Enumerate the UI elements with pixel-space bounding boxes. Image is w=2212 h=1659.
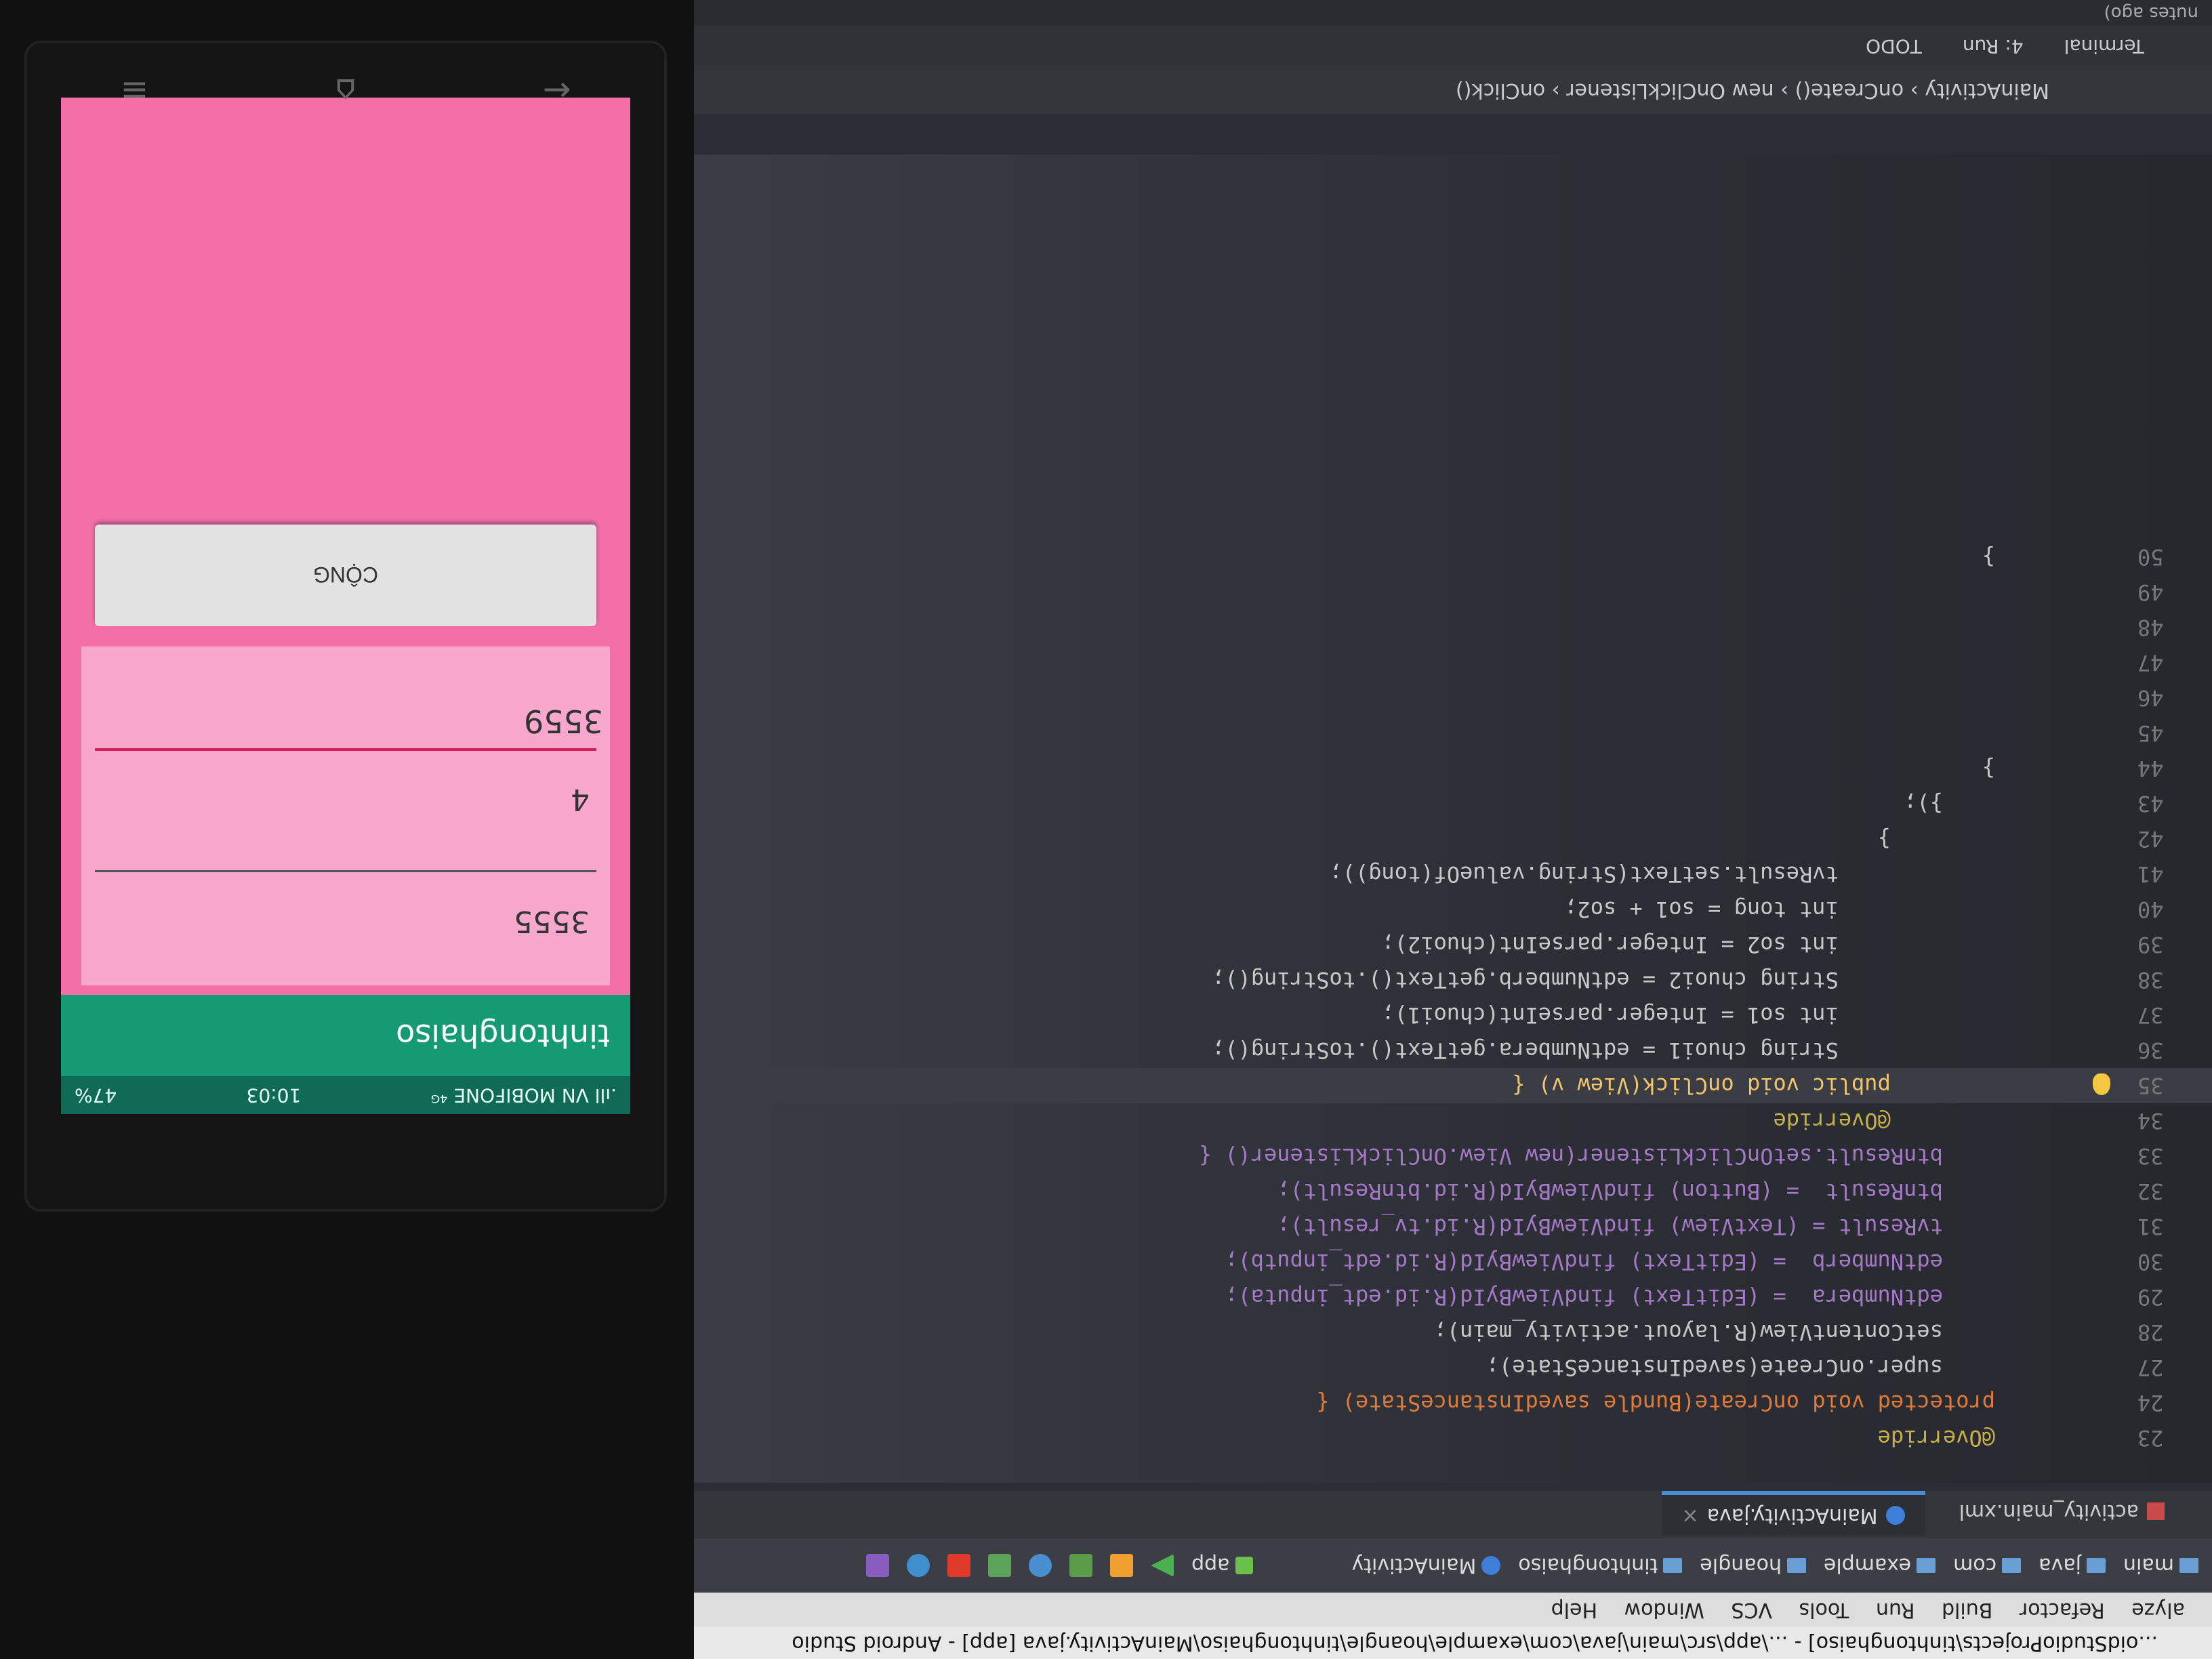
- android-phone: .ıll VN MOBIFONE ⁴ᴳ 10:03 47% tinhtongha…: [0, 0, 694, 1659]
- code-line-current: 35 public void onClick(View v) {: [687, 1068, 2212, 1103]
- tab-activity-main-xml[interactable]: activity_main.xml: [1939, 1491, 2185, 1532]
- code-line: 45: [2137, 720, 2164, 746]
- terminal-tool-button[interactable]: Terminal: [2064, 26, 2144, 66]
- folder-icon: [1663, 1558, 1683, 1573]
- clock: 10:03: [246, 1084, 302, 1107]
- folder-icon: [2087, 1558, 2106, 1573]
- result-text: 3559: [523, 703, 603, 739]
- phone-status-bar: .ıll VN MOBIFONE ⁴ᴳ 10:03 47%: [61, 1076, 630, 1114]
- number-a-input[interactable]: 3555: [95, 870, 596, 972]
- nav-crumb-main[interactable]: main: [2123, 1554, 2198, 1578]
- code-line: 47: [2137, 650, 2164, 676]
- code-line: 28 setContentView(R.layout.activity_main…: [1433, 1319, 2164, 1345]
- nav-crumb-tinhtonghaiso[interactable]: tinhtonghaiso: [1518, 1554, 1683, 1578]
- xml-file-icon: [2147, 1502, 2165, 1520]
- tool-window-bar: Terminal 4: Run TODO: [687, 26, 2212, 66]
- menu-help[interactable]: Help: [1551, 1598, 1597, 1622]
- back-icon[interactable]: ←: [543, 71, 571, 110]
- code-line: 32 btnResult = (Button) findViewById(R.i…: [1277, 1179, 2164, 1204]
- photo-scene: ...oidStudioProjects\tinhtonghaiso] - ..…: [0, 0, 2212, 1659]
- code-breadcrumbs[interactable]: MainActivity › onCreate() › new OnClickL…: [687, 66, 2212, 114]
- code-line: 50}: [1982, 544, 2164, 570]
- home-icon[interactable]: ⌂: [335, 71, 356, 110]
- phone-body: .ıll VN MOBIFONE ⁴ᴳ 10:03 47% tinhtongha…: [24, 41, 667, 1212]
- editor-tabs: activity_main.xml MainActivity.java ×: [687, 1491, 2212, 1538]
- battery-level: 47%: [75, 1084, 117, 1107]
- menu-run[interactable]: Run: [1876, 1598, 1915, 1622]
- run-config-select[interactable]: app: [1191, 1554, 1253, 1578]
- code-line: 38 String chuoi2 = edtNumberb.getText().…: [1212, 967, 2164, 993]
- stop-icon[interactable]: [947, 1554, 971, 1577]
- code-line: 29 edtNumbera = (EditText) findViewById(…: [1225, 1284, 2164, 1310]
- menu-refactor[interactable]: Refactor: [2020, 1598, 2105, 1622]
- code-line: 31 tvResult = (TextView) findViewById(R.…: [1277, 1214, 2164, 1240]
- code-line: 39 int so2 = Integer.parseInt(chuoi2);: [1381, 932, 2164, 958]
- menu-window[interactable]: Window: [1624, 1598, 1704, 1622]
- menu-icon[interactable]: ≡: [120, 71, 148, 110]
- add-button[interactable]: CỘNG: [95, 525, 596, 626]
- run-icon[interactable]: [1151, 1554, 1174, 1577]
- code-line: 24 protected void onCreate(Bundle savedIn…: [1316, 1390, 2164, 1416]
- code-line: 42 }: [1877, 826, 2164, 852]
- navigation-bar: main java com example hoangle tinhtongha…: [687, 1538, 2212, 1593]
- debug-icon[interactable]: [1069, 1554, 1093, 1577]
- code-line: 34 @Override: [1773, 1108, 2164, 1134]
- sync-icon[interactable]: [1029, 1554, 1052, 1577]
- menu-bar: alyze Refactor Build Run Tools VCS Windo…: [687, 1593, 2212, 1626]
- device-icon[interactable]: [988, 1554, 1012, 1577]
- code-line: 49: [2137, 579, 2164, 605]
- todo-tool-button[interactable]: TODO: [1866, 26, 1922, 66]
- code-line: 44}: [1982, 756, 2164, 781]
- code-line: 48: [2137, 615, 2164, 640]
- status-bar: nutes ago): [687, 0, 2212, 26]
- apply-changes-icon[interactable]: [1110, 1554, 1134, 1577]
- android-studio-window: ...oidStudioProjects\tinhtonghaiso] - ..…: [687, 0, 2212, 1659]
- folder-icon: [2002, 1558, 2022, 1573]
- nav-crumb-java[interactable]: java: [2039, 1554, 2106, 1578]
- menu-build[interactable]: Build: [1942, 1598, 1992, 1622]
- menu-vcs[interactable]: VCS: [1731, 1598, 1772, 1622]
- class-icon: [1481, 1556, 1501, 1575]
- nav-crumb-hoangle[interactable]: hoangle: [1700, 1554, 1806, 1578]
- nav-crumb-com[interactable]: com: [1953, 1554, 2022, 1578]
- sdk-manager-icon[interactable]: [866, 1554, 890, 1577]
- folder-icon: [2179, 1558, 2198, 1573]
- code-line: 30 edtNumberb = (EditText) findViewById(…: [1225, 1249, 2164, 1275]
- nav-crumb-mainactivity[interactable]: MainActivity: [1352, 1554, 1501, 1578]
- code-line: 40 int tong = so1 + so2;: [1564, 897, 2164, 922]
- run-tool-button[interactable]: 4: Run: [1963, 26, 2024, 66]
- code-line: 43 });: [1904, 791, 2164, 817]
- window-title: ...oidStudioProjects\tinhtonghaiso] - ..…: [687, 1626, 2212, 1659]
- nav-crumb-example[interactable]: example: [1824, 1554, 1936, 1578]
- tab-mainactivity-java[interactable]: MainActivity.java ×: [1661, 1491, 1925, 1536]
- code-line: 36 String chuoi1 = edtNumbera.getText().…: [1212, 1038, 2164, 1063]
- menu-analyze[interactable]: alyze: [2131, 1598, 2185, 1622]
- profiler-icon[interactable]: [907, 1554, 930, 1577]
- code-line: 46: [2137, 685, 2164, 711]
- close-tab-icon[interactable]: ×: [1682, 1495, 1699, 1536]
- android-icon: [1235, 1557, 1253, 1574]
- code-line: 41 tvResult.setText(String.valueOf(tong)…: [1329, 861, 2164, 887]
- lightbulb-icon[interactable]: [2093, 1073, 2110, 1095]
- carrier-signal: .ıll VN MOBIFONE ⁴ᴳ: [430, 1084, 617, 1107]
- code-editor[interactable]: 23 @Override 24 protected void onCreate(Bu…: [687, 35, 2212, 1483]
- code-line: 37 int so1 = Integer.parseInt(chuoi1);: [1381, 1002, 2164, 1028]
- app-title: tinhtonghaiso: [61, 995, 630, 1076]
- phone-nav-bar: ← ⌂ ≡: [27, 43, 664, 138]
- folder-icon: [1917, 1558, 1936, 1573]
- class-icon: [1885, 1506, 1905, 1525]
- folder-icon: [1786, 1558, 1806, 1573]
- code-line: 27 super.onCreate(savedInstanceState);: [1486, 1355, 2164, 1380]
- code-line: 23 @Override: [1877, 1425, 2164, 1451]
- phone-screen: .ıll VN MOBIFONE ⁴ᴳ 10:03 47% tinhtongha…: [61, 98, 630, 1114]
- menu-tools[interactable]: Tools: [1799, 1598, 1849, 1622]
- number-b-input[interactable]: 4: [95, 748, 596, 850]
- code-line: 33 btnResult.setOnClickListener(new View…: [1198, 1143, 2164, 1169]
